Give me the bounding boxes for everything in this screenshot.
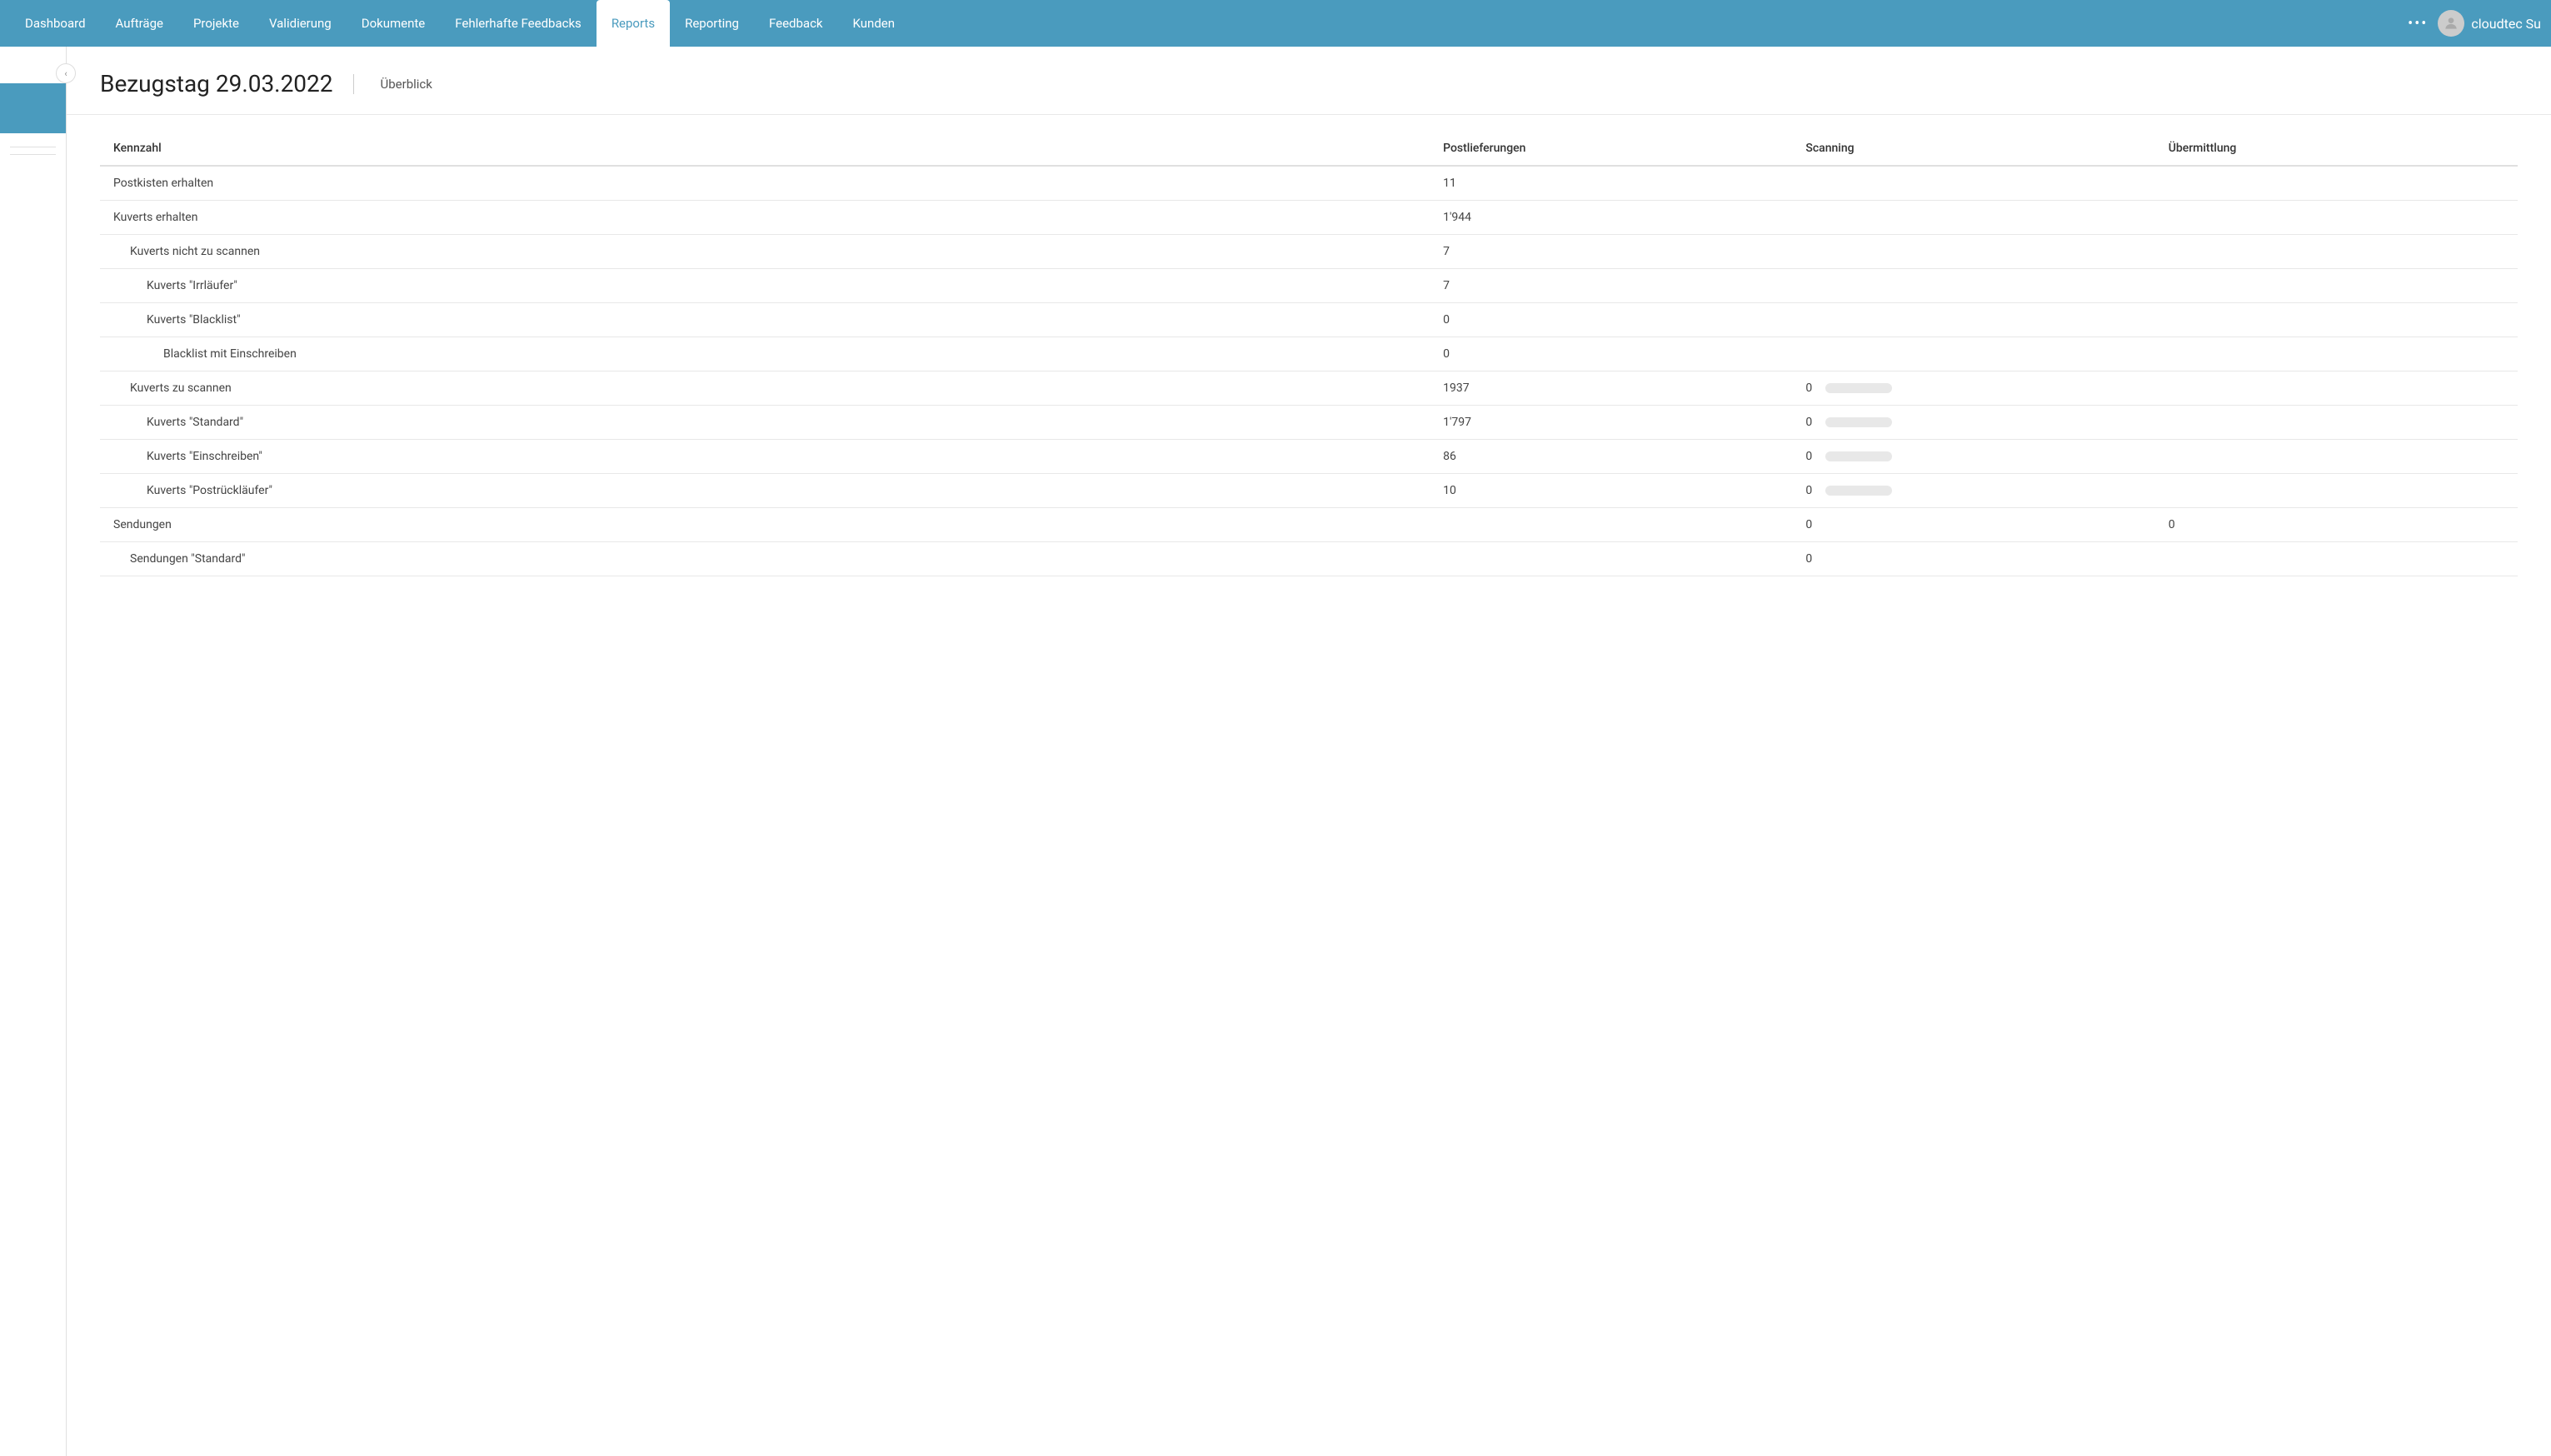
row-uebermittlung — [2155, 542, 2518, 576]
row-postlieferungen: 86 — [1430, 440, 1792, 474]
row-postlieferungen: 7 — [1430, 269, 1792, 303]
row-scanning — [1792, 303, 2154, 337]
user-label: cloudtec Su — [2471, 16, 2541, 32]
row-postlieferungen: 0 — [1430, 337, 1792, 371]
header-divider — [353, 74, 354, 94]
table-row: Kuverts "Postrückläufer"100 — [100, 474, 2518, 508]
row-postlieferungen: 1'944 — [1430, 201, 1792, 235]
row-scanning: 0 — [1792, 542, 2154, 576]
table-row: Kuverts zu scannen19370 — [100, 371, 2518, 406]
row-postlieferungen: 7 — [1430, 235, 1792, 269]
row-postlieferungen: 1937 — [1430, 371, 1792, 406]
table-row: Sendungen "Standard" 0 — [100, 542, 2518, 576]
nav-item-reporting[interactable]: Reporting — [670, 0, 754, 47]
nav-user[interactable]: cloudtec Su — [2438, 10, 2541, 37]
row-postlieferungen: 0 — [1430, 303, 1792, 337]
row-postlieferungen — [1430, 508, 1792, 542]
sidebar-lines — [0, 133, 66, 168]
layout: ‹ Bezugstag 29.03.2022 Überblick Kennzah… — [0, 47, 2551, 1456]
nav-item-dashboard[interactable]: Dashboard — [10, 0, 101, 47]
page-header: Bezugstag 29.03.2022 Überblick — [67, 47, 2551, 115]
row-uebermittlung — [2155, 371, 2518, 406]
row-postlieferungen: 10 — [1430, 474, 1792, 508]
table-row: Sendungen 00 — [100, 508, 2518, 542]
row-label: Kuverts erhalten — [100, 201, 1430, 235]
row-scanning: 0 — [1792, 371, 2154, 406]
row-uebermittlung — [2155, 440, 2518, 474]
row-scanning — [1792, 166, 2154, 201]
row-label: Kuverts "Standard" — [100, 406, 1430, 440]
nav-item-kunden[interactable]: Kunden — [838, 0, 911, 47]
row-label: Blacklist mit Einschreiben — [100, 337, 1430, 371]
row-label: Kuverts "Irrläufer" — [100, 269, 1430, 303]
row-uebermittlung — [2155, 337, 2518, 371]
col-postlieferungen: Postlieferungen — [1430, 132, 1792, 166]
row-label: Kuverts "Postrückläufer" — [100, 474, 1430, 508]
row-scanning: 0 — [1792, 508, 2154, 542]
row-scanning — [1792, 337, 2154, 371]
col-scanning: Scanning — [1792, 132, 2154, 166]
row-label: Kuverts "Blacklist" — [100, 303, 1430, 337]
sidebar-divider — [10, 154, 56, 155]
row-uebermittlung — [2155, 269, 2518, 303]
report-table: Kennzahl Postlieferungen Scanning Übermi… — [100, 132, 2518, 576]
row-postlieferungen: 11 — [1430, 166, 1792, 201]
row-scanning — [1792, 235, 2154, 269]
row-label: Kuverts nicht zu scannen — [100, 235, 1430, 269]
table-row: Postkisten erhalten11 — [100, 166, 2518, 201]
nav-item-reports[interactable]: Reports — [597, 0, 670, 47]
row-scanning — [1792, 269, 2154, 303]
tab-ueberblick[interactable]: Überblick — [374, 73, 439, 95]
table-row: Kuverts erhalten1'944 — [100, 201, 2518, 235]
avatar — [2438, 10, 2464, 37]
table-header: Kennzahl Postlieferungen Scanning Übermi… — [100, 132, 2518, 166]
nav-item-auftraege[interactable]: Aufträge — [101, 0, 178, 47]
table-row: Kuverts "Einschreiben"860 — [100, 440, 2518, 474]
row-label: Sendungen — [100, 508, 1430, 542]
row-postlieferungen: 1'797 — [1430, 406, 1792, 440]
row-scanning: 0 — [1792, 474, 2154, 508]
nav-item-dokumente[interactable]: Dokumente — [347, 0, 441, 47]
table-row: Kuverts "Standard"1'7970 — [100, 406, 2518, 440]
row-uebermittlung — [2155, 303, 2518, 337]
row-uebermittlung — [2155, 235, 2518, 269]
sidebar-collapse-button[interactable]: ‹ — [56, 63, 76, 83]
row-scanning: 0 — [1792, 440, 2154, 474]
sidebar: ‹ — [0, 47, 67, 1456]
nav-item-fehlerhafte-feedbacks[interactable]: Fehlerhafte Feedbacks — [440, 0, 597, 47]
row-uebermittlung — [2155, 166, 2518, 201]
table-body: Postkisten erhalten11Kuverts erhalten1'9… — [100, 166, 2518, 576]
row-uebermittlung — [2155, 406, 2518, 440]
table-row: Blacklist mit Einschreiben0 — [100, 337, 2518, 371]
row-label: Sendungen "Standard" — [100, 542, 1430, 576]
nav-item-validierung[interactable]: Validierung — [254, 0, 347, 47]
row-label: Kuverts "Einschreiben" — [100, 440, 1430, 474]
row-uebermittlung — [2155, 474, 2518, 508]
table-container: Kennzahl Postlieferungen Scanning Übermi… — [67, 115, 2551, 593]
table-row: Kuverts "Irrläufer"7 — [100, 269, 2518, 303]
page-title: Bezugstag 29.03.2022 — [100, 70, 333, 97]
row-uebermittlung: 0 — [2155, 508, 2518, 542]
row-scanning — [1792, 201, 2154, 235]
nav-more-button[interactable]: ••• — [2398, 15, 2438, 32]
navbar: DashboardAufträgeProjekteValidierungDoku… — [0, 0, 2551, 47]
nav-item-feedback[interactable]: Feedback — [754, 0, 838, 47]
col-uebermittlung: Übermittlung — [2155, 132, 2518, 166]
sidebar-blue-block — [0, 83, 66, 133]
nav-items: DashboardAufträgeProjekteValidierungDoku… — [10, 0, 2398, 47]
row-scanning: 0 — [1792, 406, 2154, 440]
row-postlieferungen — [1430, 542, 1792, 576]
main-content: Bezugstag 29.03.2022 Überblick Kennzahl … — [67, 47, 2551, 1456]
row-uebermittlung — [2155, 201, 2518, 235]
col-kennzahl: Kennzahl — [100, 132, 1430, 166]
table-row: Kuverts "Blacklist"0 — [100, 303, 2518, 337]
table-row: Kuverts nicht zu scannen7 — [100, 235, 2518, 269]
nav-item-projekte[interactable]: Projekte — [178, 0, 254, 47]
row-label: Kuverts zu scannen — [100, 371, 1430, 406]
row-label: Postkisten erhalten — [100, 166, 1430, 201]
